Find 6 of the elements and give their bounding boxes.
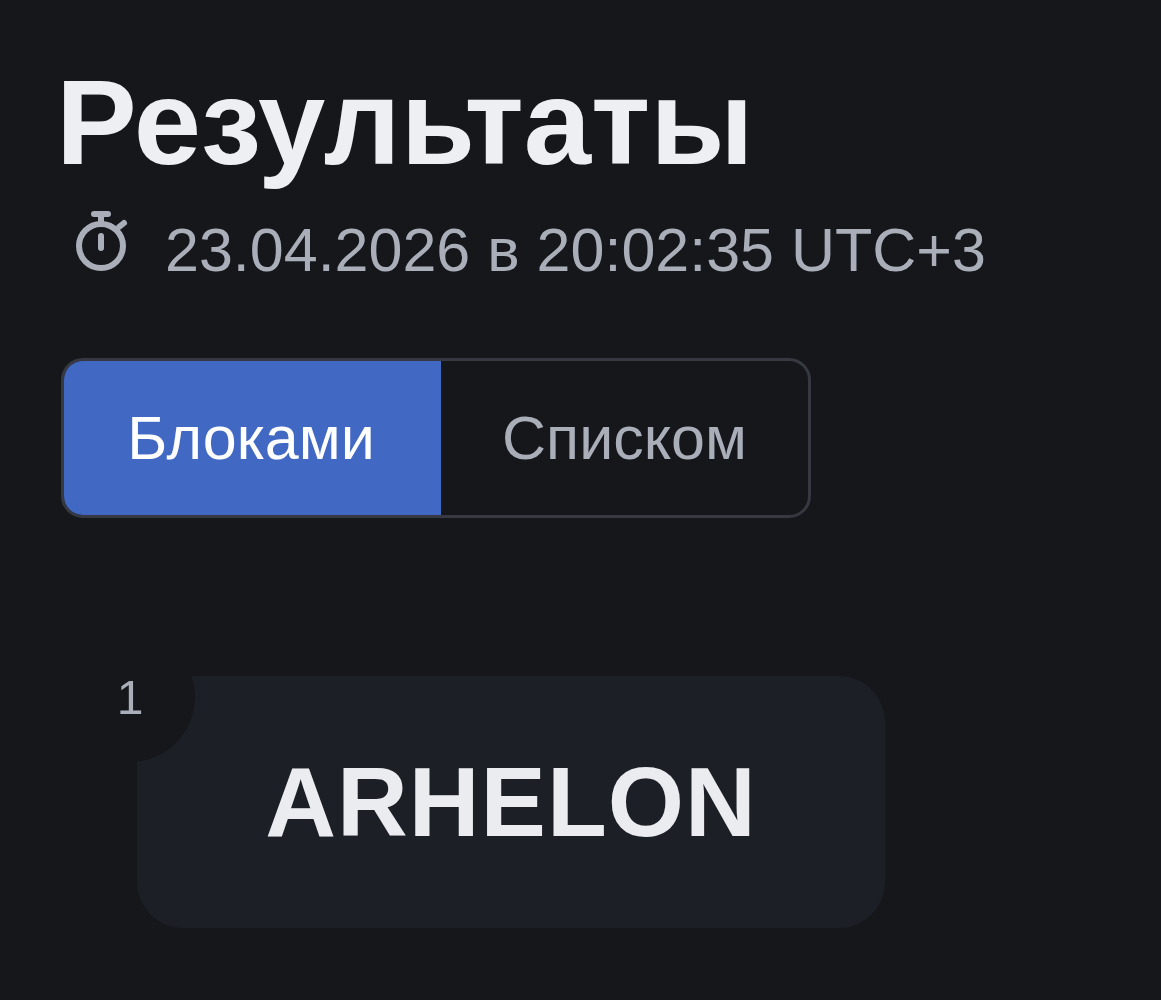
- view-toggle-option[interactable]: Списком: [441, 361, 808, 516]
- page-title: Результаты: [56, 53, 754, 192]
- stopwatch-icon: [75, 210, 129, 273]
- view-toggle-option[interactable]: Блоками: [64, 361, 441, 516]
- timestamp-text: 23.04.2026 в 20:02:35 UTC+3: [165, 216, 986, 284]
- result-name: ARHELON: [265, 745, 757, 859]
